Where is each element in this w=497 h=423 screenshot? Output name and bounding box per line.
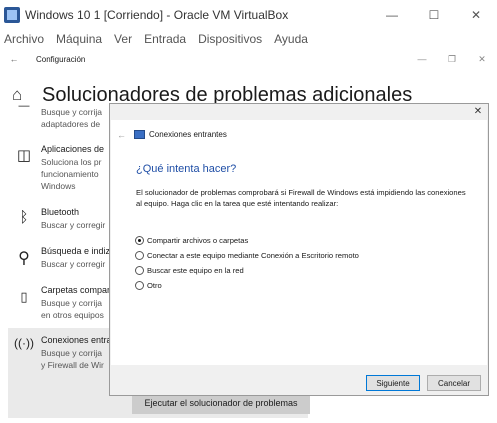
troubleshooter-dialog: ✕ ← Conexiones entrantes ¿Qué intenta ha…: [109, 103, 489, 396]
list-item-desc-line: Busque y corrija: [41, 348, 102, 358]
settings-restore-button[interactable]: ❐: [437, 48, 467, 70]
troubleshooter-icon: [134, 130, 145, 139]
list-item-desc-line: en otros equipos: [41, 310, 104, 320]
list-item-title: Bluetooth: [41, 207, 80, 217]
vbox-window-title: Windows 10 1 [Corriendo] - Oracle VM Vir…: [25, 8, 289, 22]
settings-window-controls: — ❐ ✕: [407, 48, 497, 70]
menu-dispositivos[interactable]: Dispositivos: [198, 32, 262, 46]
menu-maquina[interactable]: Máquina: [56, 32, 102, 46]
option-label: Otro: [147, 281, 162, 290]
list-item-desc-line: y Firewall de Wir: [41, 360, 104, 370]
search-icon: ⚲: [18, 250, 30, 267]
list-item-title: Aplicaciones de: [41, 144, 105, 154]
menu-ver[interactable]: Ver: [114, 32, 132, 46]
dialog-close-button[interactable]: ✕: [471, 106, 485, 117]
app-window-icon: ◫: [16, 147, 32, 164]
vbox-menubar: Archivo Máquina Ver Entrada Dispositivos…: [0, 30, 497, 48]
radio-button[interactable]: [135, 251, 144, 260]
cancel-button[interactable]: Cancelar: [427, 375, 481, 391]
list-item-title: Búsqueda e indiz: [41, 246, 111, 256]
vbox-maximize-button[interactable]: ☐: [413, 0, 455, 30]
option-remote-desktop[interactable]: Conectar a este equipo mediante Conexión…: [135, 251, 359, 260]
list-item-desc-line: Soluciona los pr: [41, 157, 102, 167]
vbox-window-controls: — ☐ ✕: [371, 0, 497, 30]
settings-minimize-button[interactable]: —: [407, 48, 437, 70]
dialog-description: El solucionador de problemas comprobará …: [136, 188, 466, 208]
list-item-title: Carpetas compar: [41, 285, 111, 295]
list-item-desc-line: Busque y corrija: [41, 298, 102, 308]
dialog-back-icon[interactable]: ←: [117, 130, 126, 140]
virtualbox-icon: [4, 7, 20, 23]
option-other[interactable]: Otro: [135, 281, 162, 290]
settings-back-icon[interactable]: ←: [0, 54, 28, 64]
radio-button[interactable]: [135, 236, 144, 245]
network-adapter-icon: —: [18, 100, 30, 112]
list-item-desc-line: Buscar y corregir: [41, 259, 106, 269]
list-item-desc-line: funcionamiento: [41, 169, 99, 179]
dialog-header-title: Conexiones entrantes: [149, 130, 227, 139]
settings-close-button[interactable]: ✕: [467, 48, 497, 70]
settings-titlebar: ← Configuración — ❐ ✕: [0, 48, 497, 70]
bluetooth-icon: ᛒ: [19, 209, 29, 226]
menu-ayuda[interactable]: Ayuda: [274, 32, 308, 46]
vbox-close-button[interactable]: ✕: [455, 0, 497, 30]
option-share-files[interactable]: Compartir archivos o carpetas: [135, 236, 248, 245]
menu-entrada[interactable]: Entrada: [144, 32, 186, 46]
option-label: Buscar este equipo en la red: [147, 266, 244, 275]
dialog-question: ¿Qué intenta hacer?: [136, 163, 237, 175]
list-item-desc-line: Busque y corrija: [41, 107, 102, 117]
menu-archivo[interactable]: Archivo: [4, 32, 44, 46]
vbox-minimize-button[interactable]: —: [371, 0, 413, 30]
dialog-body: ← Conexiones entrantes ¿Qué intenta hace…: [111, 120, 487, 365]
option-find-on-network[interactable]: Buscar este equipo en la red: [135, 266, 244, 275]
list-item-desc-line: Windows: [41, 181, 76, 191]
vbox-titlebar: Windows 10 1 [Corriendo] - Oracle VM Vir…: [0, 0, 497, 30]
option-label: Compartir archivos o carpetas: [147, 236, 249, 245]
radio-button[interactable]: [135, 281, 144, 290]
list-item-desc-line: adaptadores de: [41, 119, 101, 129]
next-button[interactable]: Siguiente: [366, 375, 420, 391]
antenna-icon: ((·)): [14, 336, 34, 350]
list-item-title: Conexiones entra: [41, 335, 112, 345]
radio-button[interactable]: [135, 266, 144, 275]
shared-folder-icon: ▯: [20, 289, 28, 304]
option-label: Conectar a este equipo mediante Conexión…: [147, 251, 359, 260]
list-item-desc-line: Buscar y corregir: [41, 220, 106, 230]
settings-window-title: Configuración: [36, 54, 86, 64]
